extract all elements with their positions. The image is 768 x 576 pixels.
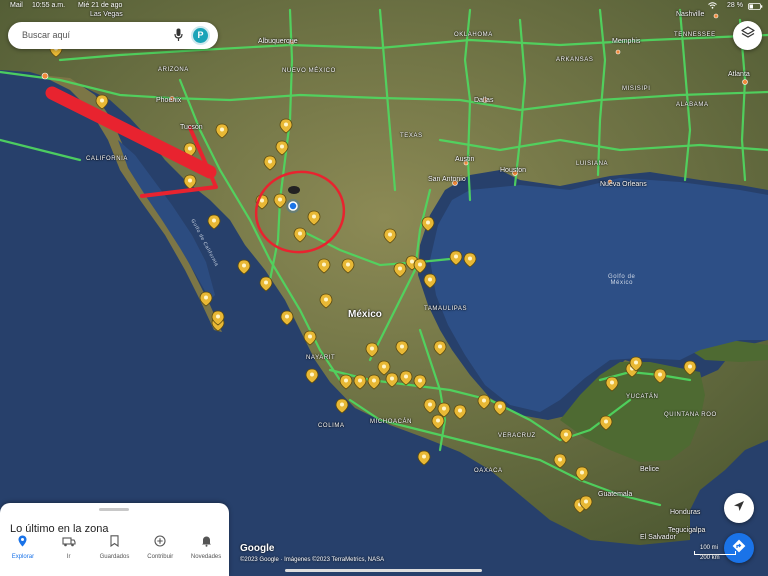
- status-battery-percent: 28 %: [727, 2, 743, 9]
- map-scale: 100 mi 200 km: [672, 545, 736, 561]
- region-label-luisiana: LUISIANA: [576, 161, 609, 167]
- region-label-colima: COLIMA: [318, 423, 345, 429]
- region-label-oaxaca: OAXACA: [474, 468, 503, 474]
- region-label-tamaulipas: TAMAULIPAS: [424, 306, 468, 312]
- nav-item-contribuir[interactable]: Contribuir: [137, 534, 183, 560]
- region-label-new-mexico: NUEVO MÉXICO: [282, 68, 336, 74]
- city-label-austin: Austin: [455, 156, 475, 163]
- pin-icon: [18, 534, 27, 552]
- avatar[interactable]: P: [191, 26, 210, 45]
- city-label-phoenix: Phoenix: [156, 97, 182, 104]
- status-time: 10:55 a.m.: [32, 2, 66, 9]
- add-circle-icon: [154, 534, 166, 552]
- map-attribution[interactable]: ©2023 Google · Imágenes ©2023 TerraMetri…: [240, 557, 384, 563]
- nav-label-novedades: Novedades: [190, 554, 222, 560]
- nav-item-novedades[interactable]: Novedades: [183, 534, 229, 560]
- battery-icon: [748, 3, 763, 12]
- region-label-oklahoma: OKLAHOMA: [454, 32, 493, 38]
- city-label-dallas: Dallas: [474, 97, 494, 104]
- bell-icon: [201, 534, 212, 552]
- layers-button[interactable]: [733, 21, 762, 50]
- region-label-california: CALIFORNIA: [86, 156, 129, 162]
- city-label-albuquerque: Albuquerque: [258, 38, 298, 45]
- region-label-alabama: ALABAMA: [676, 102, 709, 108]
- layers-icon: [740, 26, 755, 45]
- map-canvas[interactable]: [0, 0, 768, 576]
- wifi-icon: [708, 2, 717, 11]
- city-label-belice: Belice: [640, 466, 660, 473]
- nav-item-explorar[interactable]: Explorar: [0, 534, 46, 560]
- region-label-nayarit: NAYARIT: [306, 355, 336, 361]
- city-label-memphis: Memphis: [612, 38, 641, 45]
- city-label-tucson: Tucsón: [180, 124, 203, 131]
- status-date: Mié 21 de ago: [78, 2, 123, 9]
- city-label-guatemala: Guatemala: [598, 491, 633, 498]
- region-label-veracruz: VERACRUZ: [498, 433, 536, 439]
- nav-label-ir: Ir: [66, 554, 71, 560]
- city-label-tegucigalpa: Tegucigalpa: [668, 527, 706, 534]
- locate-button[interactable]: [724, 493, 754, 523]
- search-input[interactable]: Buscar aquí: [22, 30, 70, 40]
- city-label-houston: Houston: [500, 167, 527, 174]
- nav-label-contribuir: Contribuir: [147, 554, 174, 560]
- status-carrier: Mail: [10, 2, 23, 9]
- region-label-arizona: ARIZONA: [158, 67, 189, 73]
- region-label-misisipi: MISISIPI: [622, 86, 651, 92]
- city-label-san-antonio: San Antonio: [428, 176, 466, 183]
- region-label-yucatan: YUCATÁN: [626, 394, 659, 400]
- microphone-icon[interactable]: [174, 28, 183, 47]
- location-arrow-icon: [733, 499, 745, 517]
- google-logo: Google: [240, 543, 275, 554]
- bottom-nav: Explorar Ir Guardados Contribuir Novedad…: [0, 534, 229, 564]
- region-label-michoacan: MICHOACÁN: [370, 419, 413, 425]
- search-bar[interactable]: Buscar aquí P: [8, 22, 218, 49]
- panel-drag-handle[interactable]: [99, 508, 129, 511]
- city-label-atlanta: Atlanta: [728, 71, 750, 78]
- nav-label-guardados: Guardados: [99, 554, 130, 560]
- nav-label-explorar: Explorar: [11, 554, 35, 560]
- region-label-texas: TEXAS: [400, 133, 423, 139]
- city-label-el-salvador: El Salvador: [640, 534, 676, 541]
- city-label-las-vegas: Las Vegas: [90, 11, 123, 18]
- nav-item-ir[interactable]: Ir: [46, 534, 92, 560]
- car-icon: [62, 534, 76, 552]
- city-label-nueva-orleans: Nueva Orleans: [600, 181, 647, 188]
- region-label-quintana-roo: QUINTANA ROO: [664, 412, 717, 418]
- region-label-tennessee: TENNESSEE: [674, 32, 716, 38]
- city-label-honduras: Honduras: [670, 509, 701, 516]
- city-label-nashville: Nashville: [676, 11, 705, 18]
- region-label-arkansas: ARKANSAS: [556, 57, 594, 63]
- country-label-mexico: México: [348, 309, 382, 320]
- water-label-gulf-of-mexico: Golfo de México: [608, 274, 636, 286]
- scale-km-label: 200 km: [700, 555, 720, 561]
- bookmark-icon: [110, 534, 119, 552]
- nav-item-guardados[interactable]: Guardados: [92, 534, 138, 560]
- home-indicator[interactable]: [285, 569, 482, 572]
